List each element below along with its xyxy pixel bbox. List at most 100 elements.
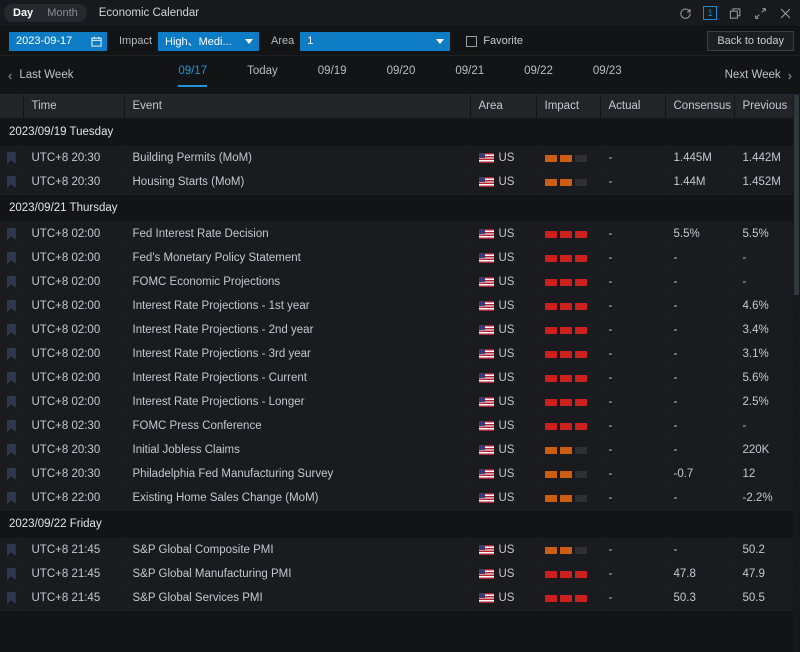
vertical-scrollbar-track[interactable] [793, 95, 800, 652]
table-row[interactable]: UTC+8 02:00Interest Rate Projections - C… [0, 366, 793, 390]
table-row[interactable]: UTC+8 02:00Fed Interest Rate DecisionUS-… [0, 222, 793, 246]
table-row[interactable]: UTC+8 22:00Existing Home Sales Change (M… [0, 486, 793, 510]
week-day-tab[interactable]: 09/17 [178, 63, 207, 87]
table-row[interactable]: UTC+8 21:45S&P Global Composite PMIUS--5… [0, 538, 793, 562]
bookmark-cell[interactable] [0, 538, 23, 562]
bookmark-cell[interactable] [0, 366, 23, 390]
bookmark-cell[interactable] [0, 318, 23, 342]
impact-bar [575, 547, 587, 554]
event-previous: - [734, 414, 793, 438]
bookmark-icon[interactable] [7, 444, 16, 456]
table-row[interactable]: UTC+8 20:30Initial Jobless ClaimsUS--220… [0, 438, 793, 462]
us-flag-icon [479, 493, 494, 503]
tab-month[interactable]: Month [40, 4, 85, 22]
impact-bar [560, 327, 572, 334]
bookmark-icon[interactable] [7, 372, 16, 384]
view-mode-toggle[interactable]: Day Month [4, 4, 87, 22]
table-row[interactable]: UTC+8 21:45S&P Global Services PMIUS-50.… [0, 586, 793, 610]
area-filter-select[interactable]: 1 [300, 32, 450, 51]
bookmark-cell[interactable] [0, 170, 23, 194]
table-row[interactable]: UTC+8 20:30Building Permits (MoM)US-1.44… [0, 146, 793, 170]
impact-bar [575, 279, 587, 286]
event-consensus: 50.3 [665, 586, 734, 610]
bookmark-cell[interactable] [0, 294, 23, 318]
bookmark-cell[interactable] [0, 390, 23, 414]
bookmark-icon[interactable] [7, 492, 16, 504]
week-day-tab[interactable]: 09/20 [387, 63, 416, 87]
event-previous: 1.452M [734, 170, 793, 194]
table-row[interactable]: UTC+8 21:45S&P Global Manufacturing PMIU… [0, 562, 793, 586]
week-day-tab[interactable]: 09/23 [593, 63, 622, 87]
bookmark-cell[interactable] [0, 246, 23, 270]
window-count-badge[interactable]: 1 [703, 6, 717, 20]
bookmark-cell[interactable] [0, 222, 23, 246]
table-row[interactable]: UTC+8 02:00Interest Rate Projections - 3… [0, 342, 793, 366]
back-to-today-button[interactable]: Back to today [707, 31, 794, 51]
date-picker[interactable]: 2023-09-17 [9, 32, 107, 51]
event-actual: - [600, 294, 665, 318]
bookmark-cell[interactable] [0, 462, 23, 486]
bookmark-icon[interactable] [7, 300, 16, 312]
bookmark-icon[interactable] [7, 592, 16, 604]
bookmark-icon[interactable] [7, 228, 16, 240]
week-day-tab[interactable]: Today [247, 63, 278, 87]
bookmark-icon[interactable] [7, 276, 16, 288]
week-day-tab[interactable]: 09/21 [455, 63, 484, 87]
table-row[interactable]: UTC+8 20:30Housing Starts (MoM)US-1.44M1… [0, 170, 793, 194]
vertical-scrollbar-thumb[interactable] [794, 95, 799, 295]
us-flag-icon [479, 545, 494, 555]
bookmark-icon[interactable] [7, 468, 16, 480]
bookmark-icon[interactable] [7, 176, 16, 188]
event-name: S&P Global Services PMI [124, 586, 470, 610]
table-row[interactable]: UTC+8 02:00Fed's Monetary Policy Stateme… [0, 246, 793, 270]
event-area: US [470, 270, 536, 294]
impact-bar [545, 375, 557, 382]
bookmark-cell[interactable] [0, 438, 23, 462]
bookmark-icon[interactable] [7, 568, 16, 580]
table-row[interactable]: UTC+8 02:30FOMC Press ConferenceUS--- [0, 414, 793, 438]
impact-bar [545, 279, 557, 286]
favorite-checkbox[interactable]: Favorite [466, 35, 523, 47]
table-row[interactable]: UTC+8 02:00Interest Rate Projections - 1… [0, 294, 793, 318]
table-row[interactable]: UTC+8 02:00Interest Rate Projections - 2… [0, 318, 793, 342]
tab-day[interactable]: Day [6, 4, 40, 22]
impact-bar [560, 595, 572, 602]
impact-bar [560, 447, 572, 454]
date-group-header: 2023/09/22 Friday [0, 510, 793, 538]
event-previous: 47.9 [734, 562, 793, 586]
page-title: Economic Calendar [99, 7, 199, 19]
bookmark-icon[interactable] [7, 324, 16, 336]
bookmark-icon[interactable] [7, 152, 16, 164]
bookmark-icon[interactable] [7, 348, 16, 360]
area-filter-label: Area [271, 35, 294, 47]
bookmark-cell[interactable] [0, 414, 23, 438]
bookmark-cell[interactable] [0, 342, 23, 366]
bookmark-icon[interactable] [7, 544, 16, 556]
us-flag-icon [479, 593, 494, 603]
event-area: US [470, 222, 536, 246]
table-row[interactable]: UTC+8 20:30Philadelphia Fed Manufacturin… [0, 462, 793, 486]
week-day-tab[interactable]: 09/22 [524, 63, 553, 87]
bookmark-icon[interactable] [7, 396, 16, 408]
impact-filter-select[interactable]: High、Medi... [158, 32, 259, 51]
bookmark-cell[interactable] [0, 562, 23, 586]
refresh-icon[interactable] [678, 6, 692, 20]
expand-icon[interactable] [753, 6, 767, 20]
impact-bar [545, 231, 557, 238]
table-row[interactable]: UTC+8 02:00FOMC Economic ProjectionsUS--… [0, 270, 793, 294]
bookmark-cell[interactable] [0, 586, 23, 610]
event-consensus: - [665, 294, 734, 318]
bookmark-cell[interactable] [0, 146, 23, 170]
bookmark-icon[interactable] [7, 252, 16, 264]
impact-bar [545, 471, 557, 478]
table-row[interactable]: UTC+8 02:00Interest Rate Projections - L… [0, 390, 793, 414]
copy-window-icon[interactable] [728, 6, 742, 20]
impact-bar [575, 327, 587, 334]
bookmark-icon[interactable] [7, 420, 16, 432]
week-day-tab[interactable]: 09/19 [318, 63, 347, 87]
close-icon[interactable] [778, 6, 792, 20]
event-impact [536, 462, 600, 486]
bookmark-cell[interactable] [0, 486, 23, 510]
bookmark-cell[interactable] [0, 270, 23, 294]
event-actual: - [600, 270, 665, 294]
